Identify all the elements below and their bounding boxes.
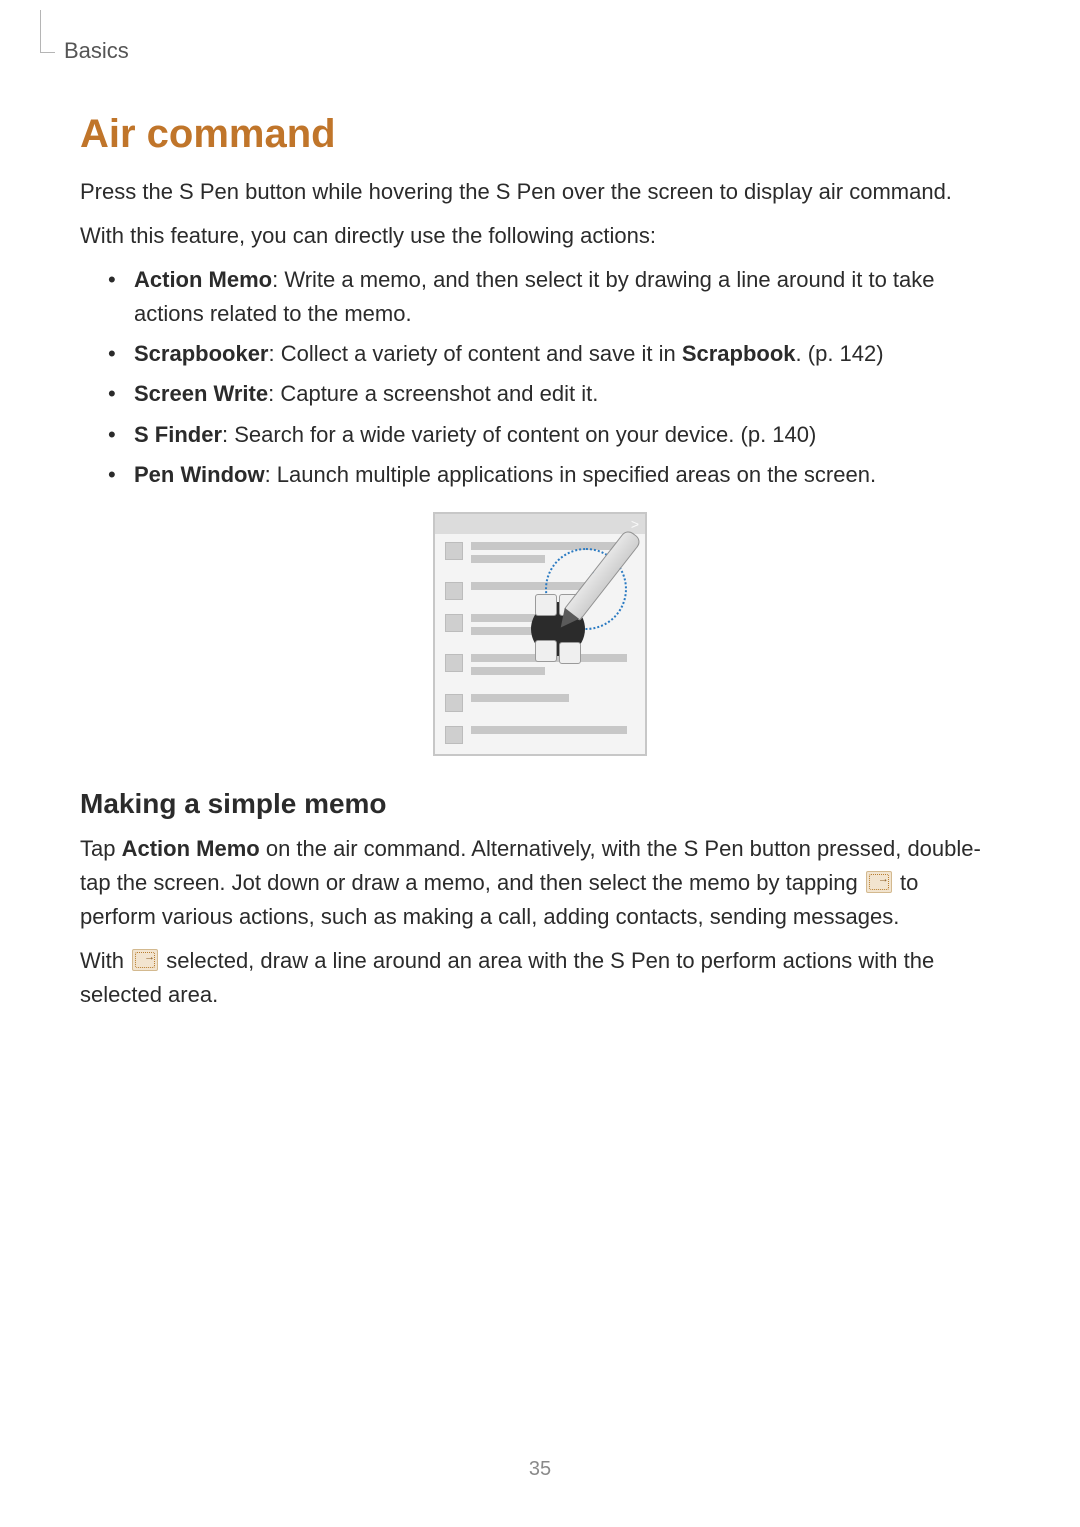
text: selected, draw a line around an area wit… [80, 948, 934, 1007]
feature-name: S Finder [134, 422, 222, 447]
fan-petal-icon [535, 594, 557, 616]
margin-rule [40, 10, 55, 53]
feature-name: Action Memo [134, 267, 272, 292]
link-to-action-icon [866, 871, 892, 893]
fan-petal-icon [559, 642, 581, 664]
chevron-right-icon: > [631, 516, 639, 532]
device-header: > [435, 514, 645, 534]
fan-petal-icon [535, 640, 557, 662]
text: With [80, 948, 130, 973]
page-number: 35 [0, 1458, 1080, 1481]
feature-ref: Scrapbook [682, 341, 796, 366]
feature-desc: : Capture a screenshot and edit it. [268, 381, 598, 406]
feature-desc: : Search for a wide variety of content o… [222, 422, 816, 447]
breadcrumb: Basics [64, 38, 1000, 64]
feature-desc: : Collect a variety of content and save … [269, 341, 682, 366]
intro-paragraph-1: Press the S Pen button while hovering th… [80, 175, 1000, 209]
feature-desc-tail: . (p. 142) [796, 341, 884, 366]
list-item [435, 718, 645, 750]
subsection-paragraph-1: Tap Action Memo on the air command. Alte… [80, 832, 1000, 934]
feature-s-finder: S Finder: Search for a wide variety of c… [108, 418, 1000, 452]
feature-name: Scrapbooker [134, 341, 269, 366]
feature-scrapbooker: Scrapbooker: Collect a variety of conten… [108, 337, 1000, 371]
feature-name: Pen Window [134, 462, 265, 487]
feature-screen-write: Screen Write: Capture a screenshot and e… [108, 377, 1000, 411]
subsection-paragraph-2: With selected, draw a line around an are… [80, 944, 1000, 1012]
link-to-action-icon [132, 949, 158, 971]
feature-name: Screen Write [134, 381, 268, 406]
list-item [435, 686, 645, 718]
action-memo-ref: Action Memo [122, 836, 260, 861]
feature-desc: : Launch multiple applications in specif… [265, 462, 876, 487]
air-command-illustration: > [80, 512, 1000, 756]
subsection-title: Making a simple memo [80, 788, 1000, 820]
text: Tap [80, 836, 122, 861]
feature-list: Action Memo: Write a memo, and then sele… [80, 263, 1000, 492]
intro-paragraph-2: With this feature, you can directly use … [80, 219, 1000, 253]
section-title: Air command [80, 112, 1000, 157]
feature-action-memo: Action Memo: Write a memo, and then sele… [108, 263, 1000, 331]
device-mock: > [433, 512, 647, 756]
feature-pen-window: Pen Window: Launch multiple applications… [108, 458, 1000, 492]
